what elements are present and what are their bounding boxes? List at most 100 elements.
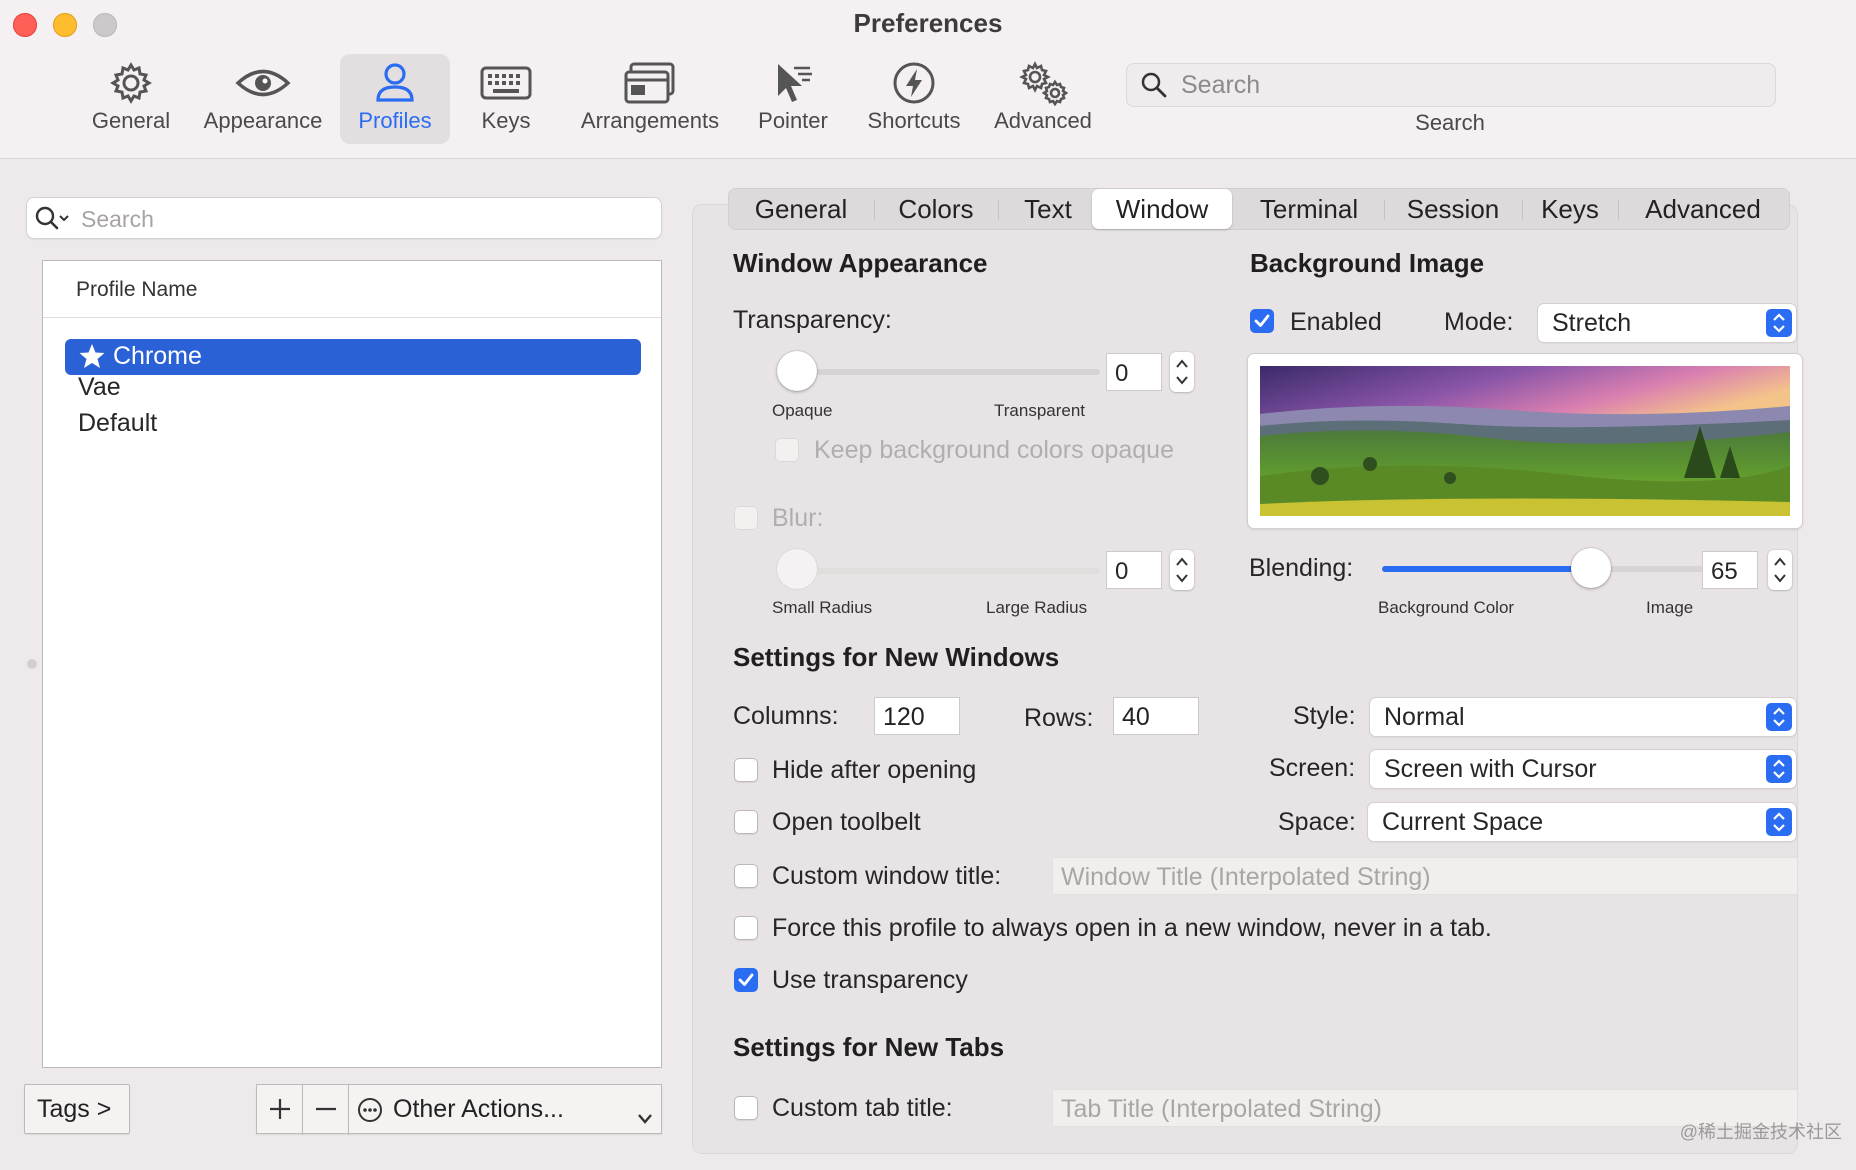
custom-window-title-input[interactable] bbox=[1059, 861, 1795, 893]
profile-row-vae[interactable]: Vae bbox=[65, 370, 641, 406]
profile-list[interactable]: Profile Name Chrome Vae Default bbox=[42, 260, 662, 1068]
background-image-heading: Background Image bbox=[1250, 248, 1485, 278]
toolbar-search-field[interactable] bbox=[1126, 63, 1776, 107]
space-popup[interactable]: Current Space bbox=[1368, 803, 1796, 841]
hide-after-opening-checkbox[interactable] bbox=[734, 758, 758, 782]
stepper-arrows-icon bbox=[1774, 557, 1786, 583]
keep-bg-opaque-checkbox[interactable] bbox=[775, 438, 799, 462]
eye-icon bbox=[235, 60, 291, 111]
window-appearance-heading: Window Appearance bbox=[733, 248, 988, 278]
checkmark-icon bbox=[738, 973, 754, 986]
transparency-slider-knob[interactable] bbox=[777, 351, 817, 391]
blur-value-field[interactable]: 0 bbox=[1106, 551, 1162, 589]
columns-input[interactable] bbox=[881, 701, 957, 733]
toolbar-advanced[interactable]: Advanced bbox=[986, 54, 1100, 144]
other-actions-menu[interactable]: Other Actions... bbox=[348, 1084, 662, 1134]
custom-tab-title-checkbox[interactable] bbox=[734, 1096, 758, 1120]
style-popup[interactable]: Normal bbox=[1370, 698, 1796, 736]
screen-label: Screen: bbox=[1269, 754, 1356, 782]
profile-row-default[interactable]: Default bbox=[65, 406, 641, 442]
transparency-slider-track[interactable] bbox=[778, 369, 1100, 375]
toolbar-search-input[interactable] bbox=[1179, 68, 1763, 102]
bg-image-enabled-label: Enabled bbox=[1290, 308, 1382, 336]
custom-tab-title-label: Custom tab title: bbox=[772, 1094, 953, 1122]
split-view-handle[interactable] bbox=[27, 659, 37, 669]
profile-search-input[interactable] bbox=[79, 203, 643, 235]
tab-session[interactable]: Session bbox=[1384, 188, 1522, 230]
tags-button-label: Tags > bbox=[37, 1095, 112, 1123]
remove-profile-button[interactable] bbox=[302, 1084, 350, 1134]
bg-mode-popup[interactable]: Stretch bbox=[1538, 304, 1796, 342]
custom-window-title-checkbox[interactable] bbox=[734, 864, 758, 888]
blur-slider-knob[interactable] bbox=[777, 549, 817, 589]
blur-label: Blur: bbox=[772, 504, 824, 532]
toolbar-shortcuts[interactable]: Shortcuts bbox=[860, 54, 968, 144]
blending-slider-fill bbox=[1382, 566, 1592, 572]
tab-text[interactable]: Text bbox=[998, 188, 1098, 230]
columns-field[interactable] bbox=[874, 697, 960, 735]
profile-tab-bar: General Colors Text Window Terminal Sess… bbox=[728, 188, 1790, 230]
toolbar-label: Shortcuts bbox=[867, 108, 961, 133]
space-label: Space: bbox=[1278, 808, 1356, 836]
plus-icon bbox=[270, 1099, 290, 1119]
open-toolbelt-checkbox[interactable] bbox=[734, 810, 758, 834]
tab-terminal[interactable]: Terminal bbox=[1234, 188, 1384, 230]
person-icon bbox=[372, 60, 418, 111]
bg-mode-label: Mode: bbox=[1444, 308, 1514, 336]
rows-field[interactable] bbox=[1113, 697, 1199, 735]
style-label: Style: bbox=[1293, 702, 1356, 730]
tab-window[interactable]: Window bbox=[1092, 189, 1232, 229]
blur-max-label: Large Radius bbox=[986, 598, 1088, 617]
pointer-icon bbox=[770, 60, 816, 111]
new-windows-heading: Settings for New Windows bbox=[733, 642, 1060, 672]
chevron-down-icon bbox=[637, 1103, 653, 1132]
toolbar-keys[interactable]: Keys bbox=[466, 54, 546, 144]
tab-colors[interactable]: Colors bbox=[874, 188, 998, 230]
new-tabs-heading: Settings for New Tabs bbox=[733, 1032, 1005, 1062]
transparency-value-field[interactable]: 0 bbox=[1106, 353, 1162, 391]
popup-arrows-icon bbox=[1766, 703, 1792, 731]
bg-image-well[interactable] bbox=[1248, 354, 1802, 528]
gears-icon bbox=[1015, 60, 1071, 111]
blending-value-field[interactable]: 65 bbox=[1702, 551, 1758, 589]
blur-slider-track[interactable] bbox=[778, 568, 1100, 574]
screen-value: Screen with Cursor bbox=[1384, 755, 1597, 783]
blur-checkbox[interactable] bbox=[734, 506, 758, 530]
custom-window-title-field[interactable] bbox=[1052, 857, 1798, 895]
toolbar-pointer[interactable]: Pointer bbox=[748, 54, 838, 144]
blending-stepper[interactable] bbox=[1768, 550, 1792, 590]
watermark: @稀土掘金技术社区 bbox=[1679, 1122, 1842, 1142]
transparency-value: 0 bbox=[1115, 360, 1129, 387]
blending-value: 65 bbox=[1711, 558, 1738, 585]
add-profile-button[interactable] bbox=[256, 1084, 304, 1134]
keyboard-icon bbox=[480, 60, 532, 111]
blur-value: 0 bbox=[1115, 558, 1129, 585]
tab-general[interactable]: General bbox=[728, 188, 874, 230]
toolbar-label: General bbox=[91, 108, 171, 133]
tab-advanced[interactable]: Advanced bbox=[1618, 188, 1788, 230]
tags-button[interactable]: Tags > bbox=[24, 1084, 130, 1134]
custom-window-title-label: Custom window title: bbox=[772, 862, 1002, 890]
force-new-window-checkbox[interactable] bbox=[734, 916, 758, 940]
toolbar-profiles[interactable]: Profiles bbox=[340, 54, 450, 144]
search-icon bbox=[1141, 72, 1167, 103]
profile-list-header[interactable]: Profile Name bbox=[43, 261, 661, 318]
transparency-stepper[interactable] bbox=[1170, 352, 1194, 392]
profile-search-field[interactable] bbox=[26, 197, 662, 239]
stepper-arrows-icon bbox=[1176, 359, 1188, 385]
screen-popup[interactable]: Screen with Cursor bbox=[1370, 750, 1796, 788]
tab-keys[interactable]: Keys bbox=[1522, 188, 1618, 230]
toolbar-general[interactable]: General bbox=[80, 54, 182, 144]
toolbar-appearance[interactable]: Appearance bbox=[194, 54, 332, 144]
bg-mode-value: Stretch bbox=[1552, 309, 1632, 337]
profile-settings-panel bbox=[692, 204, 1798, 1154]
toolbar-arrangements[interactable]: Arrangements bbox=[570, 54, 730, 144]
blending-slider-track[interactable] bbox=[1382, 566, 1704, 572]
rows-input[interactable] bbox=[1120, 701, 1196, 733]
blur-min-label: Small Radius bbox=[772, 598, 873, 617]
popup-arrows-icon bbox=[1766, 808, 1792, 836]
use-transparency-checkbox[interactable] bbox=[734, 968, 758, 992]
blur-stepper[interactable] bbox=[1170, 550, 1194, 590]
bg-image-enabled-checkbox[interactable] bbox=[1250, 309, 1274, 333]
minus-icon bbox=[316, 1107, 336, 1111]
